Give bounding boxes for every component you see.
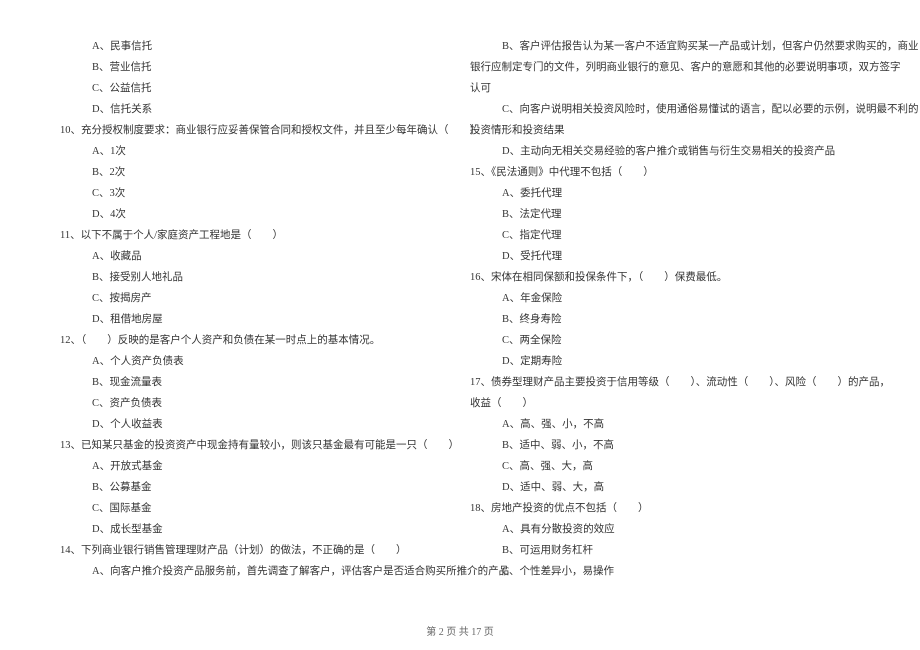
q11-opt-d: D、租借地房屋 [60, 309, 450, 330]
q17-opt-a: A、高、强、小，不高 [470, 414, 860, 435]
q16-opt-b: B、终身寿险 [470, 309, 860, 330]
q11-opt-c: C、按揭房产 [60, 288, 450, 309]
right-column: B、客户评估报告认为某一客户不适宜购买某一产品或计划，但客户仍然要求购买的，商业… [460, 36, 870, 622]
q10-opt-a: A、1次 [60, 141, 450, 162]
q9-opt-b: B、营业信托 [60, 57, 450, 78]
q12-opt-d: D、个人收益表 [60, 414, 450, 435]
q16-opt-c: C、两全保险 [470, 330, 860, 351]
q18-stem: 18、房地产投资的优点不包括（ ） [470, 498, 860, 519]
q18-opt-b: B、可运用财务杠杆 [470, 540, 860, 561]
q17-opt-b: B、适中、弱、小，不高 [470, 435, 860, 456]
q13-opt-d: D、成长型基金 [60, 519, 450, 540]
q10-opt-d: D、4次 [60, 204, 450, 225]
q9-opt-d: D、信托关系 [60, 99, 450, 120]
q17-opt-c: C、高、强、大，高 [470, 456, 860, 477]
q15-opt-a: A、委托代理 [470, 183, 860, 204]
q14-opt-b-line2: 银行应制定专门的文件，列明商业银行的意见、客户的意愿和其他的必要说明事项，双方签… [470, 57, 860, 78]
q12-opt-a: A、个人资产负债表 [60, 351, 450, 372]
q16-opt-a: A、年金保险 [470, 288, 860, 309]
q16-opt-d: D、定期寿险 [470, 351, 860, 372]
q13-opt-a: A、开放式基金 [60, 456, 450, 477]
q10-opt-b: B、2次 [60, 162, 450, 183]
q12-stem: 12、（ ）反映的是客户个人资产和负债在某一时点上的基本情况。 [60, 330, 450, 351]
q10-opt-c: C、3次 [60, 183, 450, 204]
q18-opt-c: C、个性差异小，易操作 [470, 561, 860, 582]
q14-stem: 14、下列商业银行销售管理理财产品（计划）的做法，不正确的是（ ） [60, 540, 450, 561]
q15-stem: 15、《民法通则》中代理不包括（ ） [470, 162, 860, 183]
q14-opt-b-line3: 认可 [470, 78, 860, 99]
q17-opt-d: D、适中、弱、大，高 [470, 477, 860, 498]
q15-opt-d: D、受托代理 [470, 246, 860, 267]
q13-stem: 13、已知某只基金的投资资产中现金持有量较小，则该只基金最有可能是一只（ ） [60, 435, 450, 456]
q14-opt-d: D、主动向无相关交易经验的客户推介或销售与衍生交易相关的投资产品 [470, 141, 860, 162]
q9-opt-c: C、公益信托 [60, 78, 450, 99]
q9-opt-a: A、民事信托 [60, 36, 450, 57]
q15-opt-b: B、法定代理 [470, 204, 860, 225]
q13-opt-b: B、公募基金 [60, 477, 450, 498]
q11-opt-a: A、收藏品 [60, 246, 450, 267]
q12-opt-b: B、现金流量表 [60, 372, 450, 393]
q11-opt-b: B、接受别人地礼品 [60, 267, 450, 288]
q12-opt-c: C、资产负债表 [60, 393, 450, 414]
q17-stem-line2: 收益（ ） [470, 393, 860, 414]
q14-opt-c-line2: 投资情形和投资结果 [470, 120, 860, 141]
q14-opt-a: A、向客户推介投资产品服务前，首先调查了解客户，评估客户是否适合购买所推介的产品 [60, 561, 450, 582]
page-footer: 第 2 页 共 17 页 [0, 623, 920, 638]
q16-stem: 16、宋体在相同保额和投保条件下，（ ）保费最低。 [470, 267, 860, 288]
q18-opt-a: A、具有分散投资的效应 [470, 519, 860, 540]
page-body: A、民事信托 B、营业信托 C、公益信托 D、信托关系 10、充分授权制度要求：… [0, 0, 920, 650]
q11-stem: 11、以下不属于个人/家庭资产工程地是（ ） [60, 225, 450, 246]
q14-opt-c-line1: C、向客户说明相关投资风险时，使用通俗易懂试的语言，配以必要的示例，说明最不利的 [470, 99, 860, 120]
q17-stem-line1: 17、债券型理财产品主要投资于信用等级（ ）、流动性（ ）、风险（ ）的产品， [470, 372, 860, 393]
q10-stem: 10、充分授权制度要求：商业银行应妥善保管合同和授权文件，并且至少每年确认（ ） [60, 120, 450, 141]
q13-opt-c: C、国际基金 [60, 498, 450, 519]
q14-opt-b-line1: B、客户评估报告认为某一客户不适宜购买某一产品或计划，但客户仍然要求购买的，商业 [470, 36, 860, 57]
left-column: A、民事信托 B、营业信托 C、公益信托 D、信托关系 10、充分授权制度要求：… [50, 36, 460, 622]
q15-opt-c: C、指定代理 [470, 225, 860, 246]
